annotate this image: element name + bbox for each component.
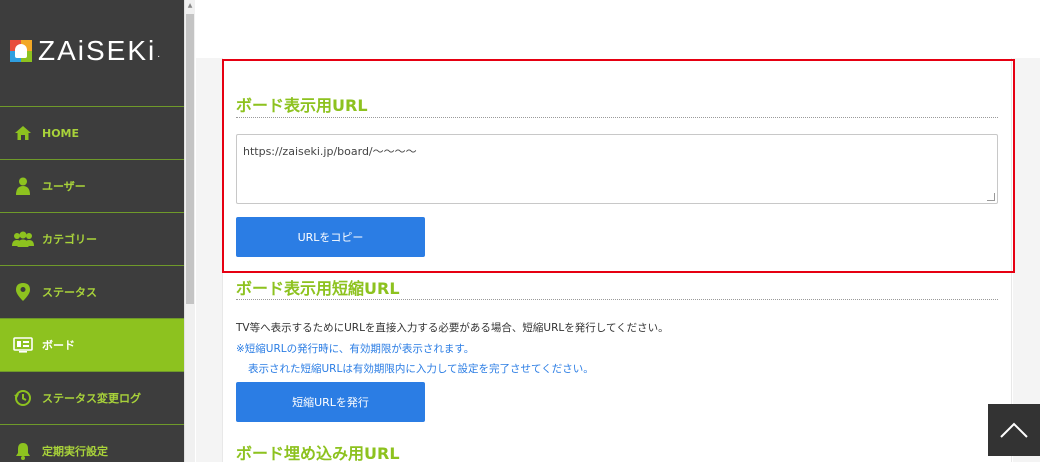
sidebar-item-label: カテゴリー xyxy=(42,233,97,246)
logo-dot: . xyxy=(157,50,161,60)
app-logo[interactable]: ZAiSEKi . xyxy=(10,35,161,66)
sidebar-item-schedule[interactable]: 定期実行設定 xyxy=(0,424,184,462)
content-gutter-left xyxy=(196,58,222,462)
users-group-icon xyxy=(12,228,34,250)
logo-text: ZAiSEKi xyxy=(38,35,157,66)
sidebar-item-label: ボード xyxy=(42,339,75,352)
short-url-divider xyxy=(236,299,998,300)
sidebar-item-label: ユーザー xyxy=(42,180,86,193)
sidebar-item-label: ステータス変更ログ xyxy=(42,392,141,405)
top-header-area xyxy=(196,0,1040,58)
sidebar-item-user[interactable]: ユーザー xyxy=(0,159,184,212)
home-icon xyxy=(12,122,34,144)
user-icon xyxy=(12,175,34,197)
sidebar-item-label: 定期実行設定 xyxy=(42,445,108,458)
sidebar-item-home[interactable]: HOME xyxy=(0,106,184,159)
back-to-top-button[interactable] xyxy=(988,404,1040,456)
short-url-description: TV等へ表示するためにURLを直接入力する必要がある場合、短縮URLを発行してく… xyxy=(236,322,669,334)
board-icon xyxy=(12,334,34,356)
sidebar-item-status-log[interactable]: ステータス変更ログ xyxy=(0,371,184,424)
chevron-up-icon xyxy=(1000,422,1028,438)
history-icon xyxy=(12,387,34,409)
short-url-note-1: ※短縮URLの発行時に、有効期限が表示されます。 xyxy=(236,343,475,355)
logo-mark-icon xyxy=(10,40,32,62)
sidebar: ZAiSEKi . HOME ユーザー カテゴリー ステータス ボード ステータ… xyxy=(0,0,184,462)
embed-url-title: ボード埋め込み用URL xyxy=(236,444,400,462)
sidebar-item-board[interactable]: ボード xyxy=(0,318,184,371)
sidebar-item-label: ステータス xyxy=(42,286,97,299)
sidebar-item-category[interactable]: カテゴリー xyxy=(0,212,184,265)
sidebar-nav: HOME ユーザー カテゴリー ステータス ボード ステータス変更ログ 定期実行… xyxy=(0,106,184,462)
sidebar-item-status[interactable]: ステータス xyxy=(0,265,184,318)
bell-icon xyxy=(12,440,34,462)
highlight-frame xyxy=(222,59,1015,273)
map-pin-icon xyxy=(12,281,34,303)
sidebar-scrollbar-thumb[interactable] xyxy=(186,14,194,304)
content-gutter-right xyxy=(1013,58,1040,462)
short-url-note-2: 表示された短縮URLは有効期限内に入力して設定を完了させてください。 xyxy=(248,363,594,375)
sidebar-item-label: HOME xyxy=(42,126,80,140)
short-url-title: ボード表示用短縮URL xyxy=(236,279,400,298)
scroll-up-icon[interactable]: ▲ xyxy=(186,2,194,10)
issue-short-url-button[interactable]: 短縮URLを発行 xyxy=(236,382,425,422)
